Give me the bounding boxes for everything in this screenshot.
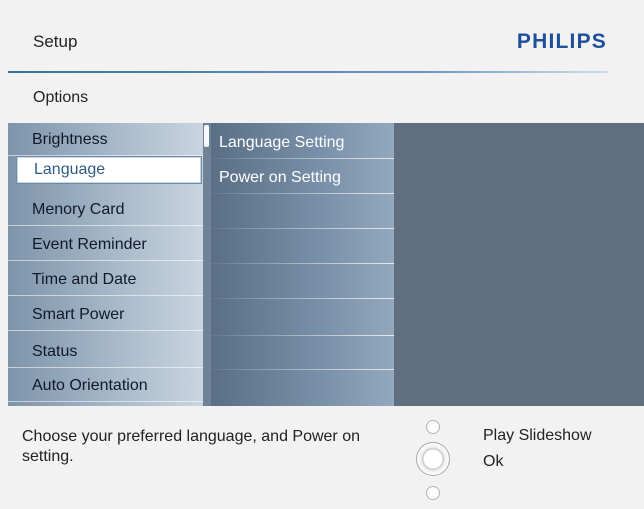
header: Setup PHILIPS <box>0 0 644 75</box>
header-divider <box>8 71 608 73</box>
play-slideshow-hint: Play Slideshow <box>483 427 592 444</box>
help-text: Choose your preferred language, and Powe… <box>22 428 360 465</box>
ok-hint: Ok <box>483 453 504 470</box>
submenu-divider <box>211 228 394 229</box>
menu-item-smart-power[interactable]: Smart Power <box>8 298 203 331</box>
submenu-divider <box>211 369 394 370</box>
submenu-item-language-setting[interactable]: Language Setting <box>211 125 394 160</box>
nav-down-button-icon[interactable] <box>426 486 440 500</box>
menu-item-time-and-date[interactable]: Time and Date <box>8 263 203 296</box>
menu-item-memory-card[interactable]: Menory Card <box>8 193 203 226</box>
page-title: Setup <box>33 32 78 51</box>
submenu-divider <box>211 298 394 299</box>
menu-area: Brightness Language Menory Card Event Re… <box>8 123 644 406</box>
breadcrumb: Options <box>33 89 89 106</box>
menu-item-status[interactable]: Status <box>8 335 203 368</box>
navigation-control <box>410 418 456 502</box>
nav-ok-button-icon[interactable] <box>416 442 450 476</box>
menu-scrollbar[interactable] <box>203 123 211 406</box>
menu-item-event-reminder[interactable]: Event Reminder <box>8 228 203 261</box>
submenu-divider <box>211 193 394 194</box>
brand-logo: PHILIPS <box>516 30 607 53</box>
menu-item-auto-orientation[interactable]: Auto Orientation <box>8 369 203 402</box>
settings-screen: Setup PHILIPS Options Brightness Languag… <box>0 0 644 509</box>
nav-up-button-icon[interactable] <box>426 420 440 434</box>
detail-panel <box>394 123 644 406</box>
menu-scroll-thumb[interactable] <box>204 125 209 147</box>
main-menu-column: Brightness Language Menory Card Event Re… <box>8 123 203 406</box>
menu-item-brightness[interactable]: Brightness <box>8 123 203 156</box>
submenu-divider <box>211 263 394 264</box>
submenu-column: Language Setting Power on Setting <box>211 123 394 406</box>
submenu-divider <box>211 335 394 336</box>
submenu-item-power-on-setting[interactable]: Power on Setting <box>211 160 394 195</box>
menu-item-language[interactable]: Language <box>16 156 202 184</box>
submenu-divider <box>211 158 394 159</box>
